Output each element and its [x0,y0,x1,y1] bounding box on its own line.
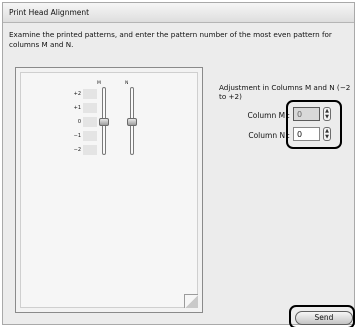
pattern-panel-inner: M N +2 +1 0 −1 −2 [20,72,198,308]
column-m-header: M [97,81,101,86]
row-shade [83,131,97,141]
row-label-minus1: −1 [73,133,81,139]
instruction-text: Examine the printed patterns, and enter … [9,30,332,49]
row-shade [83,103,97,113]
send-highlight-frame [289,305,355,327]
dialog-title: Print Head Alignment [9,8,90,17]
title-bar: Print Head Alignment [3,3,354,23]
row-shade [83,145,97,155]
column-n-label: Column N : [248,131,290,140]
pattern-panel: M N +2 +1 0 −1 −2 [15,67,203,313]
row-label-zero: 0 [77,119,81,125]
print-head-alignment-dialog: Print Head Alignment Examine the printed… [2,2,355,327]
adjustment-label: Adjustment in Columns M and N (−2 to +2) [219,83,351,101]
input-highlight-frame [286,100,342,149]
page-curl-icon [184,294,198,308]
column-m-label: Column M : [247,111,291,120]
row-label-plus1: +1 [73,105,81,111]
column-n-header: N [125,81,129,86]
row-label-plus2: +2 [73,91,81,97]
row-shade [83,89,97,99]
row-shade [83,117,97,127]
row-label-minus2: −2 [73,147,81,153]
column-n-slider-knob[interactable] [127,118,137,126]
column-m-slider-knob[interactable] [99,118,109,126]
